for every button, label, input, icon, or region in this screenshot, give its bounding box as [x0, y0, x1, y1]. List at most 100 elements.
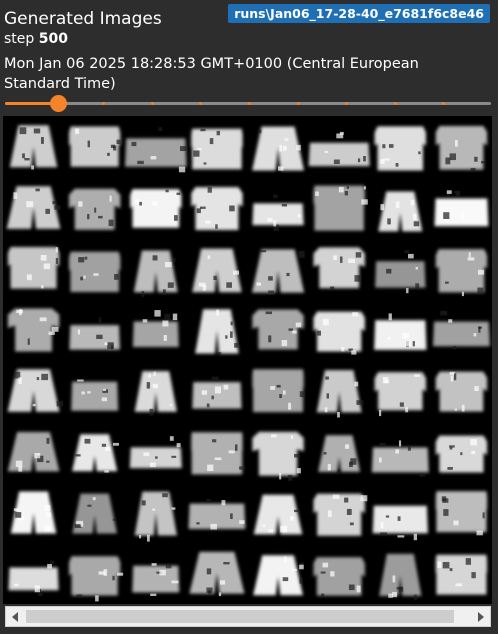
sample-noise [258, 129, 262, 134]
sample-noise [471, 450, 476, 455]
sample-noise [93, 273, 99, 276]
sample-noise [226, 282, 232, 288]
sample-noise [110, 144, 116, 148]
sample-noise [294, 509, 301, 513]
sample-noise [356, 585, 361, 593]
sample-noise [326, 393, 329, 399]
sample-noise [325, 376, 329, 380]
sample-noise [83, 275, 86, 279]
sample-noise [150, 156, 157, 160]
sample-noise [449, 568, 453, 572]
sample-noise [415, 283, 420, 290]
sample-noise [234, 343, 239, 348]
sample-noise [13, 508, 19, 511]
sample-noise [216, 309, 219, 316]
sample-noise [282, 145, 287, 151]
sample-noise [22, 153, 25, 159]
sample-noise [323, 452, 327, 455]
generated-sample [435, 371, 488, 412]
sample-noise [386, 268, 392, 274]
sample-noise [380, 532, 388, 536]
sample-noise [152, 255, 158, 261]
sample-noise [193, 150, 200, 157]
horizontal-scrollbar[interactable] [5, 606, 491, 627]
card-title: Generated Images [4, 9, 162, 29]
sample-shape [435, 125, 488, 170]
slider-thumb[interactable] [50, 95, 68, 112]
sample-noise [278, 166, 284, 171]
sample-shape [252, 369, 304, 413]
sample-noise [442, 562, 450, 569]
sample-noise [219, 580, 226, 585]
sample-noise [149, 462, 156, 467]
sample-noise [265, 311, 272, 315]
sample-noise [165, 189, 169, 193]
sample-noise [455, 583, 463, 587]
generated-sample [69, 251, 121, 292]
sample-noise [15, 460, 23, 467]
sample-noise [159, 569, 166, 576]
sample-noise [141, 500, 146, 506]
generated-sample [374, 372, 426, 417]
sample-shape [130, 189, 182, 228]
sample-noise [338, 186, 344, 193]
sample-noise [92, 497, 96, 501]
generated-image [3, 116, 492, 604]
sample-shape [132, 321, 179, 347]
generated-sample [7, 308, 60, 352]
sample-noise [382, 144, 386, 149]
sample-noise [461, 291, 464, 297]
sample-shape [71, 381, 119, 411]
sample-noise [450, 375, 453, 382]
sample-noise [171, 455, 177, 458]
sample-noise [384, 380, 389, 383]
sample-noise [207, 187, 212, 193]
sample-noise [152, 508, 156, 511]
generated-image-grid [3, 116, 492, 604]
sample-noise [389, 144, 394, 148]
sample-noise [149, 408, 154, 416]
sample-noise [349, 461, 353, 468]
scroll-right-button[interactable] [472, 607, 490, 626]
sample-noise [180, 146, 187, 151]
sample-noise [107, 152, 110, 156]
sample-noise [405, 407, 409, 413]
sample-shape [435, 371, 488, 412]
scroll-left-button[interactable] [6, 607, 24, 626]
step-slider[interactable] [5, 94, 491, 114]
sample-noise [268, 529, 273, 533]
sample-shape [192, 382, 242, 409]
sample-noise [228, 450, 235, 454]
sample-noise [196, 522, 200, 525]
sample-noise [280, 525, 288, 533]
sample-noise [95, 595, 99, 602]
arrow-left-icon [12, 611, 18, 622]
sample-noise [281, 204, 287, 207]
sample-noise [287, 474, 293, 481]
generated-sample [252, 369, 305, 413]
sample-noise [221, 500, 226, 506]
scrollbar-thumb[interactable] [26, 610, 454, 623]
sample-noise [397, 516, 401, 521]
sample-noise [154, 310, 161, 317]
sample-noise [112, 518, 116, 521]
sample-noise [337, 412, 340, 418]
sample-noise [405, 341, 411, 347]
sample-noise [203, 162, 207, 165]
sample-noise [449, 153, 456, 161]
sample-shape [8, 567, 59, 591]
sample-noise [445, 281, 449, 284]
sample-noise [55, 247, 59, 253]
generated-sample [435, 491, 488, 536]
sample-noise [172, 257, 176, 263]
sample-noise [39, 317, 47, 322]
sample-noise [114, 274, 119, 280]
sample-noise [477, 287, 484, 294]
sample-noise [339, 131, 344, 135]
sample-noise [213, 275, 217, 280]
sample-noise [101, 397, 108, 402]
sample-noise [196, 208, 201, 214]
sample-noise [108, 219, 114, 227]
sample-noise [146, 382, 150, 389]
sample-noise [449, 445, 455, 448]
